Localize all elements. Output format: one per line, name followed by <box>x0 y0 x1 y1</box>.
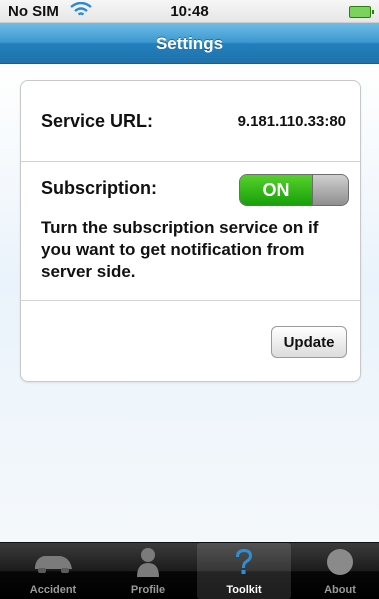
tab-bar: Accident Profile Toolkit About <box>0 542 379 599</box>
toggle-knob[interactable] <box>312 175 348 205</box>
tab-about[interactable]: About <box>293 543 379 599</box>
page-title: Settings <box>155 34 224 53</box>
tab-accident[interactable]: Accident <box>6 543 100 599</box>
service-url-value: 9.181.110.33:80 <box>237 113 346 130</box>
service-url-row: Service URL: 9.181.110.33:80 <box>21 81 360 162</box>
subscription-label: Subscription: <box>41 178 157 198</box>
subscription-toggle[interactable]: ON <box>239 174 349 206</box>
subscription-description: Turn the subscription service on if you … <box>41 218 319 281</box>
settings-card: Service URL: 9.181.110.33:80 Subscriptio… <box>20 80 361 382</box>
tab-label-profile: Profile <box>130 584 166 596</box>
navigation-bar: Settings <box>0 23 379 64</box>
circle-icon <box>327 549 353 575</box>
tab-label-about: About <box>324 584 356 596</box>
toggle-on-label: ON <box>240 175 312 205</box>
status-bar: No SIM 10:48 <box>0 0 379 23</box>
clock: 10:48 <box>170 3 209 20</box>
tab-toolkit[interactable]: Toolkit <box>197 543 291 599</box>
car-icon <box>35 556 72 573</box>
question-icon <box>236 549 252 574</box>
person-icon <box>137 548 159 577</box>
battery-icon <box>349 6 374 18</box>
update-button[interactable]: Update <box>271 326 347 358</box>
service-url-label: Service URL: <box>41 111 154 131</box>
tab-label-accident: Accident <box>29 584 77 596</box>
settings-content: Service URL: 9.181.110.33:80 Subscriptio… <box>0 64 379 542</box>
tab-profile[interactable]: Profile <box>101 543 195 599</box>
tab-label-toolkit: Toolkit <box>226 584 262 596</box>
subscription-row: Subscription: ON Turn the subscription s… <box>21 162 360 301</box>
